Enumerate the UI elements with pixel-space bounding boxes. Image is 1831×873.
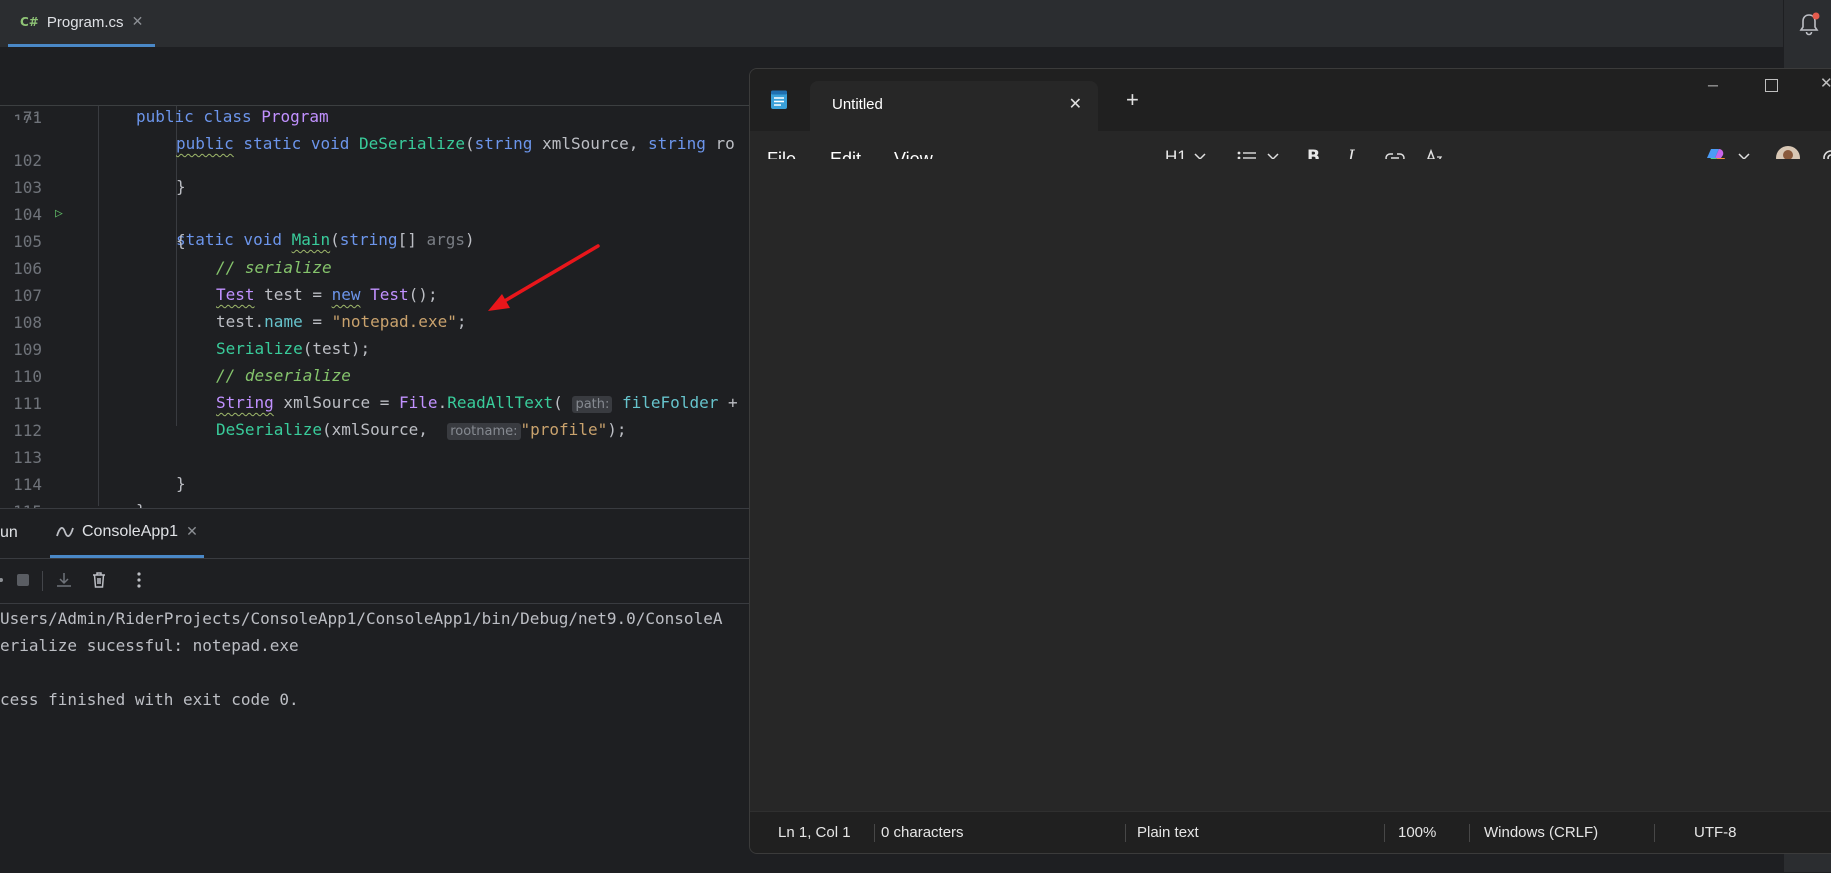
line-ending[interactable]: Windows (CRLF) xyxy=(1484,824,1598,841)
minimize-icon[interactable]: ─ xyxy=(1708,77,1718,93)
console-tab[interactable]: ConsoleApp1 ✕ xyxy=(50,509,204,558)
code-line[interactable]: 106 Test test = new Test(); xyxy=(0,230,437,304)
notepad-text-area[interactable] xyxy=(750,159,1831,811)
notepad-window: Untitled ✕ + ─ ✕ File Edit View H1 B I xyxy=(749,68,1831,854)
status-divider xyxy=(1469,824,1470,842)
close-icon[interactable]: ✕ xyxy=(1069,94,1082,114)
status-divider xyxy=(1384,824,1385,842)
code-text: // serialize xyxy=(216,258,332,277)
toolbar-divider xyxy=(42,571,43,591)
console-tab-label: ConsoleApp1 xyxy=(82,523,179,540)
line-number: 101 xyxy=(0,113,38,121)
code-editor[interactable]: 40 public class Program 71 public static… xyxy=(0,48,750,508)
sticky-code: public class Program xyxy=(136,107,329,126)
sticky-line[interactable]: 40 public class Program xyxy=(0,52,750,126)
console-line: Users/Admin/RiderProjects/ConsoleApp1/Co… xyxy=(0,609,723,628)
notepad-app-icon xyxy=(771,90,787,109)
maximize-icon[interactable] xyxy=(1765,79,1778,92)
code-line[interactable]: 110 String xmlSource = File.ReadAllText(… xyxy=(0,338,738,413)
tab-title: Untitled xyxy=(832,96,883,113)
code-text: } xyxy=(136,498,146,508)
console-line: cess finished with exit code 0. xyxy=(0,690,299,709)
zoom-level[interactable]: 100% xyxy=(1398,824,1436,841)
plus-icon[interactable]: + xyxy=(1126,87,1139,113)
code-line[interactable]: 113 } xyxy=(0,419,186,493)
stop-icon[interactable] xyxy=(14,571,32,589)
scroll-to-end-icon[interactable] xyxy=(55,571,73,589)
encoding[interactable]: UTF-8 xyxy=(1694,824,1737,841)
code-text: { xyxy=(176,231,186,250)
code-text: } xyxy=(176,177,186,196)
code-text: Test test = new Test(); xyxy=(216,285,438,304)
run-tool-window: un ConsoleApp1 ✕ Users/Admin/RiderProjec… xyxy=(0,508,750,873)
line-number: 115 xyxy=(0,499,42,508)
status-divider xyxy=(874,824,875,842)
sticky-line[interactable]: 71 public static void DeSerialize(string… xyxy=(0,79,750,153)
code-text: // deserialize xyxy=(216,366,351,385)
status-divider xyxy=(1125,824,1126,842)
csharp-file-icon: C# xyxy=(20,15,39,29)
code-line[interactable]: 104 { xyxy=(0,176,186,250)
text-format: Plain text xyxy=(1137,824,1199,841)
code-line[interactable]: 111 DeSerialize(xmlSource, rootname: "pro… xyxy=(0,365,626,440)
code-line[interactable]: 115 } xyxy=(0,473,42,508)
code-line[interactable]: 107 test.name = "notepad.exe"; xyxy=(0,257,466,331)
run-gutter-icon[interactable]: ▷ xyxy=(55,201,63,227)
indent-guide xyxy=(98,106,99,506)
character-count: 0 characters xyxy=(881,824,964,841)
sticky-divider xyxy=(0,105,750,106)
code-line[interactable]: 102 } xyxy=(0,122,186,196)
notification-bell-icon[interactable] xyxy=(1798,12,1820,36)
trash-icon[interactable] xyxy=(90,571,108,589)
notepad-title-bar: Untitled ✕ + ─ ✕ xyxy=(750,69,1831,131)
code-line[interactable]: 114 } xyxy=(0,446,146,508)
run-toolbar xyxy=(0,558,750,604)
code-line[interactable]: 105 // serialize xyxy=(0,203,332,277)
status-divider xyxy=(1654,824,1655,842)
code-text: test.name = "notepad.exe"; xyxy=(216,312,467,331)
code-line[interactable]: 101 // return hashtable; xyxy=(0,100,38,121)
sticky-code: public static void DeSerialize(string xm… xyxy=(176,134,735,153)
console-line: erialize sucessful: notepad.exe xyxy=(0,636,299,655)
code-line[interactable]: 109 // deserialize xyxy=(0,311,351,385)
close-icon[interactable]: ✕ xyxy=(132,14,144,30)
window-close-icon[interactable]: ✕ xyxy=(1820,74,1831,92)
code-text: String xmlSource = File.ReadAllText( pat… xyxy=(216,393,738,413)
code-text: } xyxy=(176,474,186,493)
annotation-arrow xyxy=(488,244,600,311)
close-icon[interactable]: ✕ xyxy=(186,524,198,540)
run-tab-strip: un ConsoleApp1 ✕ xyxy=(0,509,750,558)
code-text: Serialize(test); xyxy=(216,339,371,358)
tab-label: Program.cs xyxy=(46,13,124,31)
code-line[interactable]: 108 Serialize(test); xyxy=(0,284,370,358)
editor-tab-bar: C# Program.cs ✕ xyxy=(0,0,1783,48)
tab-program-cs[interactable]: C# Program.cs ✕ xyxy=(8,0,156,47)
notepad-tab[interactable]: Untitled ✕ xyxy=(810,81,1098,131)
notepad-status-bar: Ln 1, Col 1 0 characters Plain text 100%… xyxy=(750,811,1831,853)
code-line[interactable]: 103 ▷ static void Main(string[] args) xyxy=(0,149,475,249)
run-tab-label[interactable]: un xyxy=(0,524,18,542)
run-config-icon xyxy=(56,527,74,537)
rerun-icon[interactable] xyxy=(0,571,10,589)
code-text: static void Main(string[] args) xyxy=(176,230,475,249)
cursor-position: Ln 1, Col 1 xyxy=(778,824,851,841)
more-options-icon[interactable] xyxy=(130,571,148,589)
code-line[interactable]: 112 xyxy=(0,392,42,440)
code-text: DeSerialize(xmlSource, rootname: "profile… xyxy=(216,420,627,440)
